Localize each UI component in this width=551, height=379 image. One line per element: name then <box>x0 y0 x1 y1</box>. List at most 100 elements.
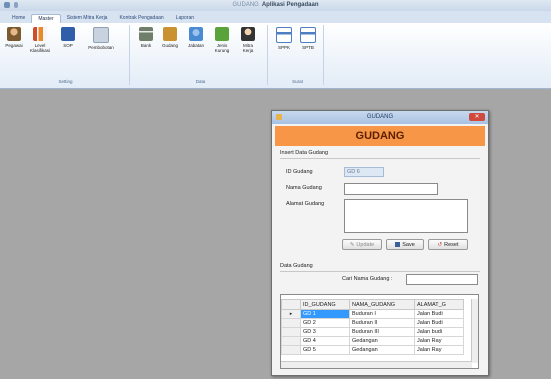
mitra-kerja-button[interactable]: Mitra Kerja <box>238 27 258 53</box>
nama-gudang-field[interactable] <box>344 183 438 195</box>
ribbon-group-setting: Pegawai Level Klasifikasi SOP Pembobotan… <box>2 25 130 85</box>
tab-master[interactable]: Master <box>31 14 61 23</box>
level-klasifikasi-button[interactable]: Level Klasifikasi <box>30 27 50 53</box>
document-icon <box>276 27 292 43</box>
tab-kontrak-pengadaan[interactable]: Kontrak Pengadaan <box>113 14 169 23</box>
reset-icon: ↺ <box>437 241 443 248</box>
id-gudang-field: GD 6 <box>344 167 384 177</box>
ribbon-group-label-surat: Surat <box>292 79 303 84</box>
money-icon <box>215 27 229 41</box>
bank-icon <box>139 27 153 41</box>
table-cell[interactable]: GD 2 <box>300 318 350 328</box>
id-gudang-label: ID Gudang <box>286 169 313 175</box>
table-header-row: ID_GUDANG NAMA_GUDANG ALAMAT_G <box>281 299 464 310</box>
table-row[interactable]: ▸ GD 1 Buduran I Jalan Budi <box>281 309 464 319</box>
table-cell[interactable]: Buduran I <box>349 309 415 319</box>
table-cell[interactable]: Buduran II <box>349 318 415 328</box>
insert-section-label: Insert Data Gudang <box>280 150 329 156</box>
search-label: Cari Nama Gudang : <box>342 276 393 282</box>
table-cell[interactable]: GD 3 <box>300 327 350 337</box>
tab-home[interactable]: Home <box>6 14 31 23</box>
app-titlebar: GUDANG Aplikasi Pengadaan <box>0 0 551 11</box>
column-header-id[interactable]: ID_GUDANG <box>300 299 350 310</box>
nama-gudang-label: Nama Gudang <box>286 185 322 191</box>
pembobotan-label: Pembobotan <box>88 45 114 50</box>
save-button[interactable]: Save <box>386 239 424 250</box>
table-cell[interactable]: GD 1 <box>300 309 350 319</box>
table-cell[interactable]: Jalan Budi <box>414 318 464 328</box>
reset-button[interactable]: ↺ Reset <box>428 239 468 250</box>
table-cell[interactable]: Gedangan <box>349 345 415 355</box>
gudang-dialog: GUDANG ✕ GUDANG Insert Data Gudang ID Gu… <box>271 110 489 376</box>
row-header <box>281 318 301 328</box>
gudang-grid: ID_GUDANG NAMA_GUDANG ALAMAT_G ▸ GD 1 Bu… <box>280 294 479 369</box>
pencil-icon: ✎ <box>349 241 355 248</box>
row-header <box>281 336 301 346</box>
bar-chart-icon <box>33 27 47 41</box>
column-header-alamat[interactable]: ALAMAT_G <box>414 299 464 310</box>
table-row[interactable]: GD 5 Gedangan Jalan Ray <box>281 345 464 355</box>
ribbon-group-surat: SPPK SPTB Surat <box>272 25 324 85</box>
gudang-label: Gudang <box>161 43 178 48</box>
alamat-gudang-field[interactable] <box>344 199 468 233</box>
table-cell[interactable]: Jalan Ray <box>414 345 464 355</box>
row-header <box>281 327 301 337</box>
table-cell[interactable]: Jalan Ray <box>414 336 464 346</box>
sppk-label: SPPK <box>277 45 290 50</box>
column-header-nama[interactable]: NAMA_GUDANG <box>349 299 415 310</box>
table-cell[interactable]: Jalan budi <box>414 327 464 337</box>
header-band: GUDANG <box>275 126 485 146</box>
data-section-label: Data Gudang <box>280 263 313 269</box>
bank-button[interactable]: Bank <box>136 27 156 48</box>
pegawai-button[interactable]: Pegawai <box>4 27 24 48</box>
dialog-titlebar: GUDANG ✕ <box>272 111 488 124</box>
sppk-button[interactable]: SPPK <box>274 27 294 50</box>
reset-label: Reset <box>444 241 459 248</box>
jenis-kurung-label: Jenis Kurung <box>214 43 230 53</box>
table-cell[interactable]: GD 5 <box>300 345 350 355</box>
gudang-table: ID_GUDANG NAMA_GUDANG ALAMAT_G ▸ GD 1 Bu… <box>281 299 464 355</box>
row-selector-arrow-icon: ▸ <box>281 309 301 319</box>
document-icon <box>300 27 316 43</box>
sptb-button[interactable]: SPTB <box>298 27 318 50</box>
table-cell[interactable]: Buduran III <box>349 327 415 337</box>
pembobotan-button[interactable]: Pembobotan <box>86 27 116 50</box>
update-label: Update <box>356 241 375 248</box>
table-row[interactable]: GD 4 Gedangan Jalan Ray <box>281 336 464 346</box>
jenis-kurung-button[interactable]: Jenis Kurung <box>212 27 232 53</box>
data-section-divider <box>280 271 480 272</box>
scale-icon <box>93 27 109 43</box>
disk-icon <box>395 242 401 247</box>
table-cell[interactable]: Jalan Budi <box>414 309 464 319</box>
sop-button[interactable]: SOP <box>58 27 78 48</box>
update-button[interactable]: ✎ Update <box>342 239 382 250</box>
gudang-button[interactable]: Gudang <box>160 27 180 48</box>
save-label: Save <box>402 241 415 248</box>
vertical-scrollbar[interactable] <box>471 299 478 363</box>
alamat-gudang-label: Alamat Gudang <box>286 201 325 207</box>
user-group-icon <box>7 27 21 41</box>
horizontal-scrollbar[interactable] <box>281 361 472 368</box>
level-klasifikasi-label: Level Klasifikasi <box>30 43 51 53</box>
app-title: GUDANG Aplikasi Pengadaan <box>0 2 551 8</box>
pegawai-label: Pegawai <box>5 43 23 48</box>
row-header-corner <box>281 299 301 310</box>
warehouse-icon <box>163 27 177 41</box>
tab-laporan[interactable]: Laporan <box>170 14 200 23</box>
tab-sistem-mitra-kerja[interactable]: Sistem Mitra Kerja <box>61 14 114 23</box>
sop-label: SOP <box>63 43 73 48</box>
ribbon-group-data: Bank Gudang Jabatan Jenis Kurung Mitra K… <box>134 25 268 85</box>
table-cell[interactable]: Gedangan <box>349 336 415 346</box>
ribbon: Pegawai Level Klasifikasi SOP Pembobotan… <box>0 23 551 89</box>
table-row[interactable]: GD 2 Buduran II Jalan Budi <box>281 318 464 328</box>
bank-label: Bank <box>140 43 152 48</box>
table-row[interactable]: GD 3 Buduran III Jalan budi <box>281 327 464 337</box>
table-cell[interactable]: GD 4 <box>300 336 350 346</box>
book-icon <box>61 27 75 41</box>
sptb-label: SPTB <box>302 45 314 50</box>
ribbon-group-label-setting: Setting <box>58 79 73 84</box>
search-input[interactable] <box>406 274 478 285</box>
jabatan-button[interactable]: Jabatan <box>186 27 206 48</box>
close-button[interactable]: ✕ <box>469 113 485 121</box>
mitra-kerja-label: Mitra Kerja <box>242 43 254 53</box>
